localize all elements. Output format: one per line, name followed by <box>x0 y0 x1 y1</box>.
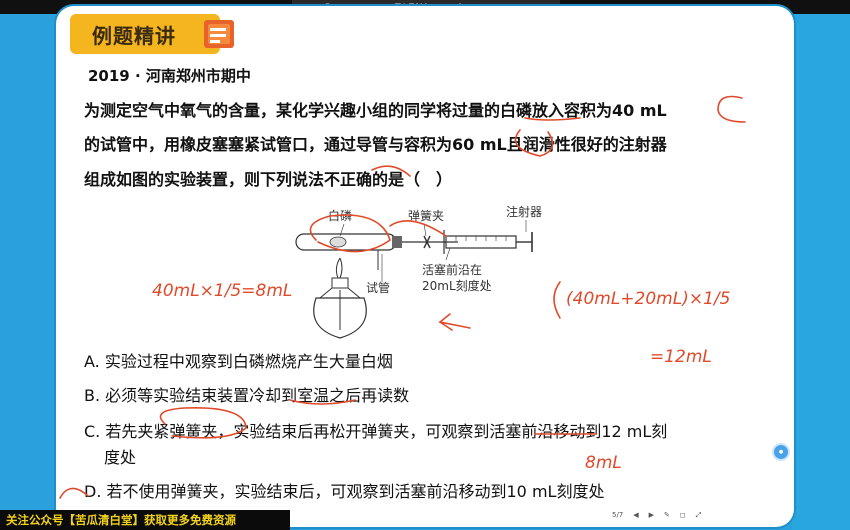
floating-assistant-icon[interactable]: ● <box>772 443 790 461</box>
option-c-continued: 度处 <box>104 448 137 467</box>
question-line-1: 为测定空气中氧气的含量，某化学兴趣小组的同学将过量的白磷放入容积为40 mL <box>84 101 667 120</box>
apparatus-diagram: 白磷 弹簧夹 注射器 试管 活塞前沿在 20mL刻度处 <box>295 204 542 339</box>
pen-tool-icon[interactable]: ✎ <box>664 511 670 519</box>
option-a[interactable]: A. 实验过程中观察到白磷燃烧产生大量白烟 <box>84 348 774 376</box>
question-line-2: 的试管中，用橡皮塞塞紧试管口，通过导管与容积为60 mL且润滑性很好的注射器 <box>84 135 667 154</box>
label-syringe: 注射器 <box>506 204 542 219</box>
eraser-icon[interactable]: ◻ <box>680 511 686 519</box>
prev-icon[interactable]: ◀ <box>633 511 638 519</box>
next-icon[interactable]: ▶ <box>649 511 654 519</box>
question-source: 2019 · 河南郑州市期中 <box>88 67 251 85</box>
label-front-2: 20mL刻度处 <box>422 278 492 293</box>
label-tube: 试管 <box>366 280 390 295</box>
page-indicator: 5/7 <box>612 511 624 519</box>
label-clamp: 弹簧夹 <box>408 208 444 223</box>
question-line-3: 组成如图的实验装置，则下列说法不正确的是（ ） <box>84 170 453 189</box>
book-icon <box>204 20 234 48</box>
slide-controls: 5/7 ◀ ▶ ✎ ◻ ⤢ <box>612 508 792 522</box>
header-title: 例题精讲 <box>92 24 176 48</box>
expand-icon[interactable]: ⤢ <box>696 511 702 520</box>
label-front-1: 活塞前沿在 <box>422 262 482 277</box>
side-panel <box>792 14 850 530</box>
option-d[interactable]: D. 若不使用弹簧夹，实验结束后，可观察到活塞前沿移动到10 mL刻度处 <box>84 478 774 506</box>
option-b[interactable]: B. 必须等实验结束装置冷却到室温之后再读数 <box>84 382 774 410</box>
watermark-banner: 关注公众号【苦瓜清白堂】获取更多免费资源 <box>0 510 290 530</box>
option-c[interactable]: C. 若先夹紧弹簧夹，实验结束后再松开弹簧夹，可观察到活塞前沿移动到12 mL刻 <box>84 418 774 446</box>
label-phosphorus: 白磷 <box>328 208 352 223</box>
